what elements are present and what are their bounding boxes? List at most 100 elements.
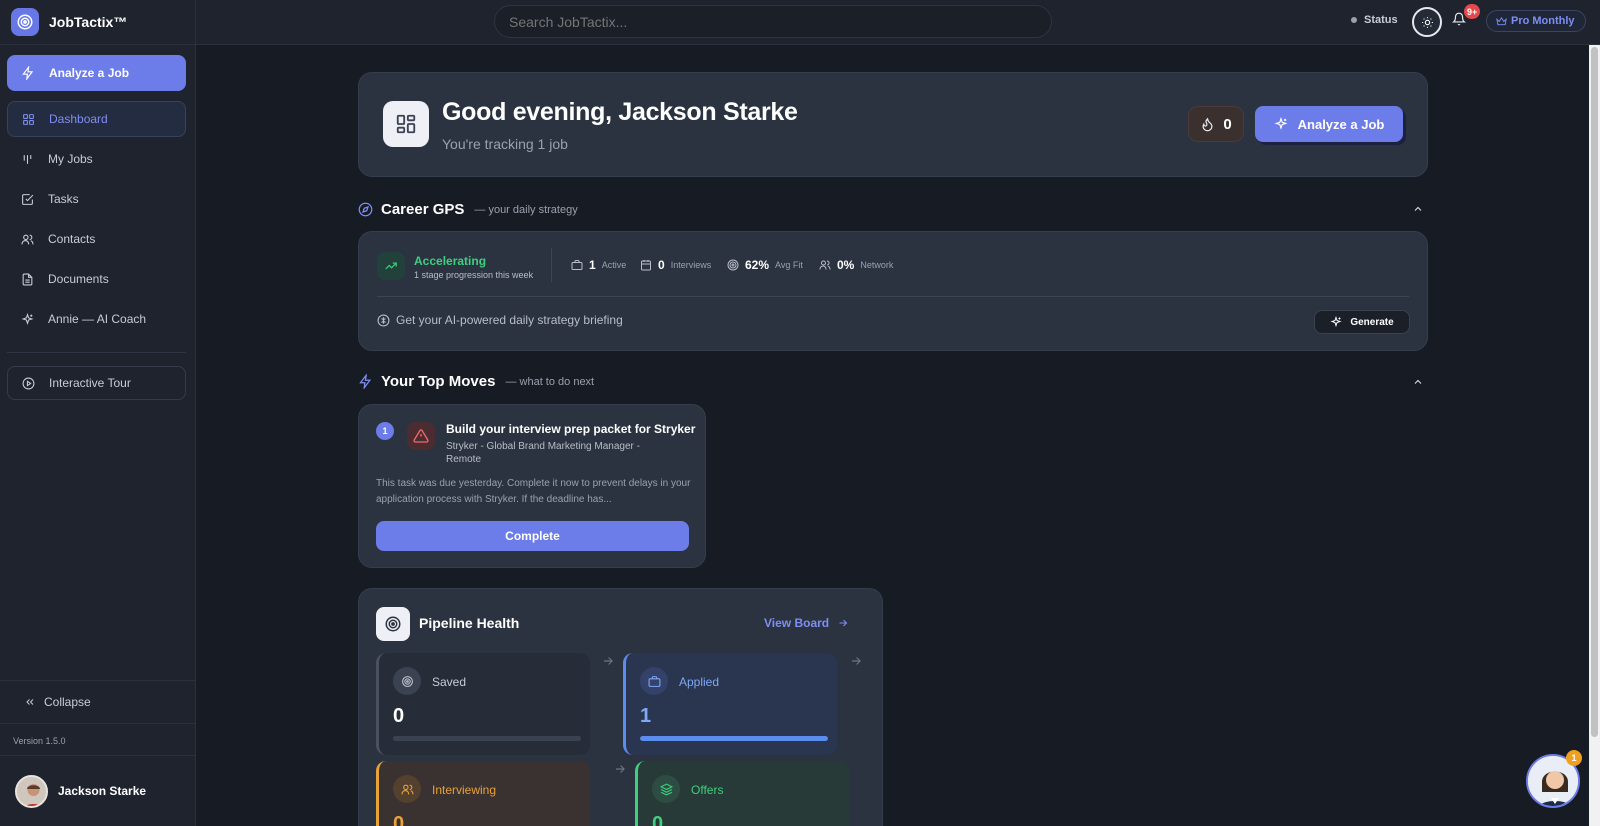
interactive-tour-label: Interactive Tour bbox=[49, 376, 131, 390]
sidebar-item-label: Dashboard bbox=[49, 112, 108, 126]
sidebar-item-documents[interactable]: Documents bbox=[7, 261, 186, 297]
sidebar-item-contacts[interactable]: Contacts bbox=[7, 221, 186, 257]
analyze-job-sidebar-label: Analyze a Job bbox=[49, 66, 130, 80]
calendar-icon bbox=[641, 260, 651, 271]
stage-name: Saved bbox=[432, 675, 467, 689]
analyze-job-button[interactable]: Analyze a Job bbox=[1255, 106, 1403, 142]
sidebar-item-label: Annie — AI Coach bbox=[48, 312, 147, 326]
streak-counter[interactable]: 0 bbox=[1188, 106, 1244, 142]
collapse-label: Collapse bbox=[44, 695, 91, 709]
compass-icon bbox=[358, 202, 373, 217]
arrow-right-icon bbox=[851, 657, 861, 665]
target-icon bbox=[727, 259, 739, 271]
sidebar-item-ai-coach[interactable]: Annie — AI Coach bbox=[7, 301, 186, 337]
search-input[interactable] bbox=[494, 5, 1052, 38]
stage-count: 0 bbox=[652, 813, 664, 826]
stage-interviewing[interactable]: Interviewing 0 bbox=[376, 761, 590, 826]
plan-label: Pro Monthly bbox=[1511, 15, 1575, 27]
gps-divider bbox=[377, 296, 1409, 297]
stats-divider bbox=[551, 248, 552, 282]
chevrons-left-icon bbox=[26, 699, 34, 705]
alert-triangle-icon bbox=[407, 422, 435, 450]
target-icon bbox=[393, 667, 421, 695]
stat-avg-fit: 62% Avg Fit bbox=[727, 258, 803, 272]
stage-saved[interactable]: Saved 0 bbox=[376, 653, 590, 755]
move-title: Build your interview prep packet for Str… bbox=[446, 422, 696, 436]
stat-label: Network bbox=[860, 260, 894, 270]
chevron-up-icon[interactable] bbox=[1412, 376, 1424, 388]
sparkles-icon bbox=[21, 312, 34, 325]
career-gps-card: Accelerating 1 stage progression this we… bbox=[358, 231, 1428, 351]
sparkles-icon bbox=[1274, 117, 1288, 130]
coach-badge: 1 bbox=[1566, 750, 1582, 766]
stat-label: Interviews bbox=[670, 260, 712, 270]
scrollbar-thumb[interactable] bbox=[1591, 47, 1598, 737]
stage-name: Interviewing bbox=[432, 783, 497, 797]
move-description: This task was due yesterday. Complete it… bbox=[376, 478, 691, 505]
bolt-icon bbox=[22, 66, 34, 80]
view-board-link[interactable]: View Board bbox=[764, 616, 849, 630]
columns-icon bbox=[23, 154, 32, 164]
sidebar-item-label: Contacts bbox=[48, 232, 96, 246]
briefcase-icon bbox=[640, 667, 668, 695]
sidebar-item-tasks[interactable]: Tasks bbox=[7, 181, 186, 217]
crown-icon bbox=[1496, 16, 1507, 25]
stat-network: 0% Network bbox=[819, 258, 893, 272]
file-icon bbox=[22, 273, 33, 285]
generate-briefing-button[interactable]: Generate bbox=[1314, 310, 1410, 334]
notification-badge: 9+ bbox=[1464, 4, 1481, 19]
sidebar-nav: Dashboard My Jobs Tasks Contacts Documen… bbox=[7, 101, 186, 341]
chevron-up-icon[interactable] bbox=[1412, 203, 1424, 215]
trending-up-icon bbox=[377, 252, 405, 280]
analyze-job-label: Analyze a Job bbox=[1297, 116, 1385, 132]
stage-count: 0 bbox=[393, 705, 405, 727]
stat-active: 1 Active bbox=[571, 258, 626, 272]
stat-label: Avg Fit bbox=[775, 260, 803, 270]
momentum-state: Accelerating bbox=[414, 254, 487, 268]
brand[interactable]: JobTactix™ bbox=[0, 0, 195, 45]
stat-value: 0 bbox=[658, 258, 665, 272]
grid-icon bbox=[23, 113, 34, 125]
analyze-job-sidebar-button[interactable]: Analyze a Job bbox=[7, 55, 186, 91]
sidebar-item-dashboard[interactable]: Dashboard bbox=[7, 101, 186, 137]
career-gps-title: Career GPS bbox=[381, 201, 465, 218]
streak-count: 0 bbox=[1223, 115, 1232, 133]
stage-applied[interactable]: Applied 1 bbox=[623, 653, 837, 755]
top-moves-header: Your Top Moves — what to do next bbox=[358, 373, 594, 390]
briefing-prompt: Get your AI-powered daily strategy brief… bbox=[377, 313, 623, 327]
version-label: Version 1.5.0 bbox=[13, 736, 66, 746]
users-icon bbox=[21, 234, 34, 244]
users-icon bbox=[819, 260, 831, 270]
collapse-sidebar-button[interactable]: Collapse bbox=[0, 680, 196, 724]
top-move-card: 1 Build your interview prep packet for S… bbox=[358, 404, 706, 568]
career-gps-header: Career GPS — your daily strategy bbox=[358, 201, 578, 218]
user-name: Jackson Starke bbox=[58, 784, 147, 798]
stage-count: 1 bbox=[640, 705, 652, 727]
sidebar-item-my-jobs[interactable]: My Jobs bbox=[7, 141, 186, 177]
stat-label: Active bbox=[601, 260, 627, 270]
arrow-right-icon bbox=[839, 619, 848, 627]
briefcase-icon bbox=[571, 260, 583, 270]
move-number: 1 bbox=[376, 422, 394, 440]
top-moves-title: Your Top Moves bbox=[381, 373, 496, 390]
momentum-detail: 1 stage progression this week bbox=[414, 270, 534, 280]
bolt-icon bbox=[359, 374, 372, 389]
check-square-icon bbox=[22, 193, 34, 205]
briefing-text: Get your AI-powered daily strategy brief… bbox=[396, 313, 623, 327]
status-label: Status bbox=[1364, 14, 1398, 26]
status-indicator[interactable]: Status bbox=[1351, 14, 1398, 26]
interactive-tour-button[interactable]: Interactive Tour bbox=[7, 366, 186, 400]
sidebar: JobTactix™ Analyze a Job Dashboard My Jo… bbox=[0, 0, 196, 826]
complete-task-button[interactable]: Complete bbox=[376, 521, 689, 551]
stat-value: 1 bbox=[589, 258, 596, 272]
brand-name: JobTactix™ bbox=[49, 14, 128, 30]
brain-icon bbox=[377, 314, 390, 326]
flame-icon bbox=[1202, 117, 1213, 131]
layers-icon bbox=[652, 775, 680, 803]
stage-name: Offers bbox=[691, 783, 724, 797]
user-profile[interactable]: Jackson Starke bbox=[0, 755, 196, 826]
stage-offers[interactable]: Offers 0 bbox=[635, 761, 849, 826]
plan-badge[interactable]: Pro Monthly bbox=[1486, 10, 1586, 32]
theme-toggle-button[interactable] bbox=[1412, 7, 1442, 37]
avatar bbox=[15, 774, 48, 808]
